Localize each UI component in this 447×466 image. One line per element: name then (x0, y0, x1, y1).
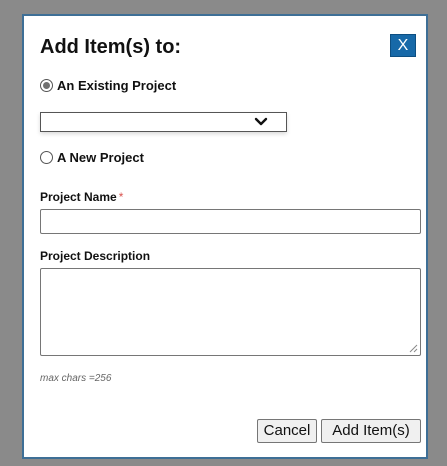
chevron-down-icon (254, 117, 268, 126)
project-name-label: Project Name * (40, 190, 123, 204)
project-name-input[interactable] (40, 209, 421, 234)
resize-grip-icon[interactable] (409, 344, 418, 353)
required-asterisk: * (118, 190, 124, 204)
new-project-option[interactable]: A New Project (40, 150, 144, 165)
existing-project-label: An Existing Project (57, 78, 177, 93)
cancel-button[interactable]: Cancel (257, 419, 317, 443)
project-description-textarea[interactable] (40, 268, 421, 356)
max-chars-hint: max chars =256 (40, 373, 112, 384)
project-select[interactable] (40, 112, 287, 132)
add-items-button[interactable]: Add Item(s) (321, 419, 421, 443)
dialog-title: Add Item(s) to: (40, 36, 182, 58)
project-name-label-text: Project Name (40, 190, 117, 204)
close-button[interactable]: X (390, 34, 416, 57)
radio-selected-dot (43, 82, 50, 89)
add-items-dialog: Add Item(s) to: X An Existing Project A … (22, 14, 428, 459)
new-project-radio[interactable] (40, 151, 53, 164)
existing-project-option[interactable]: An Existing Project (40, 78, 176, 93)
existing-project-radio[interactable] (40, 79, 53, 92)
new-project-label: A New Project (57, 150, 144, 165)
project-description-label: Project Description (40, 249, 151, 263)
